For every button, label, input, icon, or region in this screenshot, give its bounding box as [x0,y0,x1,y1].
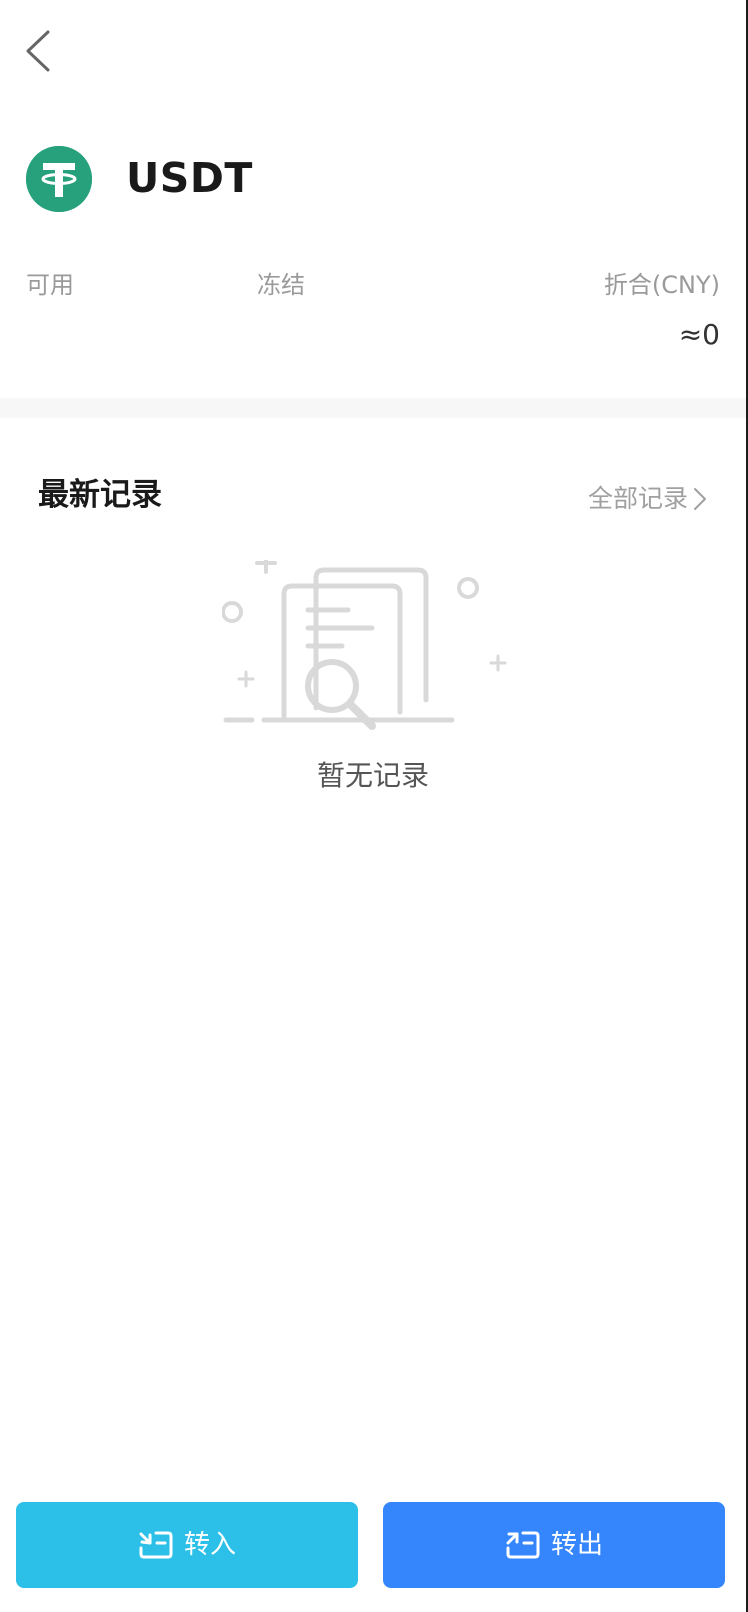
chevron-left-icon [26,30,50,72]
deposit-label: 转入 [183,1530,236,1560]
all-records-label: 全部记录 [587,484,688,513]
all-records-link[interactable]: 全部记录 [588,481,708,517]
back-button[interactable] [22,28,62,78]
withdraw-icon [506,1531,540,1559]
available-label: 可用 [26,271,74,299]
withdraw-label: 转出 [550,1530,603,1560]
deposit-icon [139,1531,173,1559]
cny-value: ≈0 [678,318,720,351]
withdraw-button[interactable]: 转出 [383,1502,725,1588]
document-search-icon [221,552,522,760]
deposit-button[interactable]: 转入 [16,1502,358,1588]
records-title: 最新记录 [38,477,162,513]
frozen-label: 冻结 [257,271,305,299]
section-divider [0,398,746,418]
empty-records-text: 暂无记录 [316,759,429,792]
asset-detail-page: USDT 可用 冻结 折合(CNY) ≈0 最新记录 全部记录 暂无记录 转入 … [0,0,748,1612]
cny-label: 折合(CNY) [603,271,720,299]
coin-symbol: USDT [126,154,253,202]
chevron-right-icon [694,488,706,510]
tether-logo-icon [26,146,92,212]
